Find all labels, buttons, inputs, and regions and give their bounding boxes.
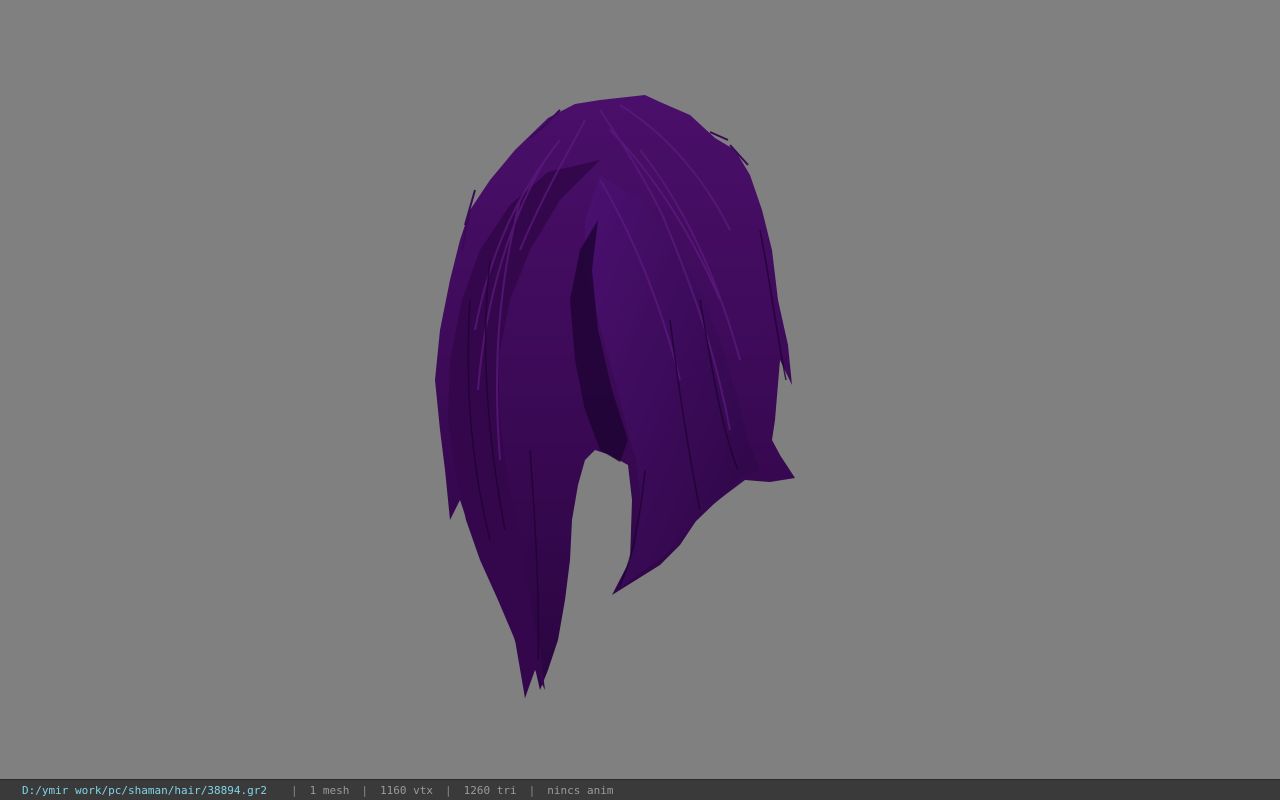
status-triangle-count: 1260 tri [463,783,517,797]
status-mesh-count: 1 mesh [309,783,350,797]
status-bar: D:/ymir work/pc/shaman/hair/38894.gr2 | … [0,779,1280,800]
status-separator: | [361,783,369,797]
status-anim: nincs anim [547,783,614,797]
status-vertex-count: 1160 vtx [380,783,434,797]
3d-viewport[interactable] [0,0,1280,779]
status-file-path: D:/ymir work/pc/shaman/hair/38894.gr2 [22,783,268,797]
status-separator: | [528,783,536,797]
hair-model-render[interactable] [0,0,1280,779]
status-separator: | [445,783,452,797]
status-separator: | [291,783,298,797]
